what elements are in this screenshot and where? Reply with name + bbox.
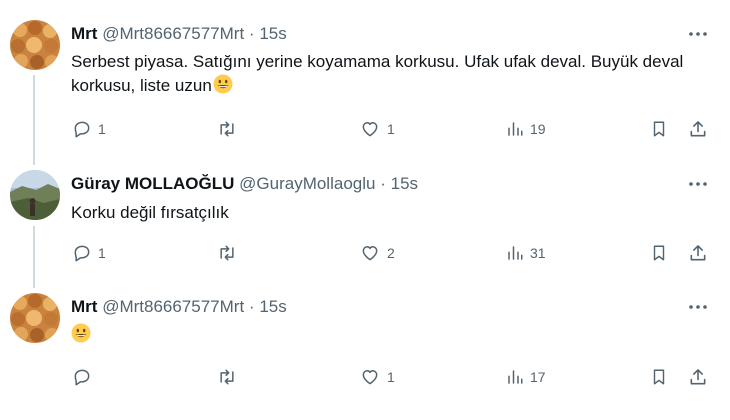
reply-count: 1 (98, 245, 106, 261)
more-icon[interactable] (686, 297, 710, 317)
reply-icon (74, 245, 90, 262)
bookmark-button[interactable] (650, 365, 668, 389)
reply-button[interactable]: 1 (72, 241, 106, 265)
author-handle[interactable]: @GurayMollaoglu (239, 174, 375, 193)
share-button[interactable] (688, 117, 708, 141)
views-icon (508, 122, 523, 136)
view-count: 31 (530, 245, 546, 261)
avatar[interactable] (10, 170, 60, 220)
more-icon[interactable] (686, 174, 710, 194)
views-button[interactable]: 17 (506, 365, 546, 389)
avatar[interactable] (10, 20, 60, 70)
like-count: 1 (387, 121, 395, 137)
view-count: 17 (530, 369, 546, 385)
separator-dot: · (380, 174, 386, 193)
retweet-icon (220, 369, 234, 385)
reply-count: 1 (98, 121, 106, 137)
like-icon (362, 122, 378, 137)
tweet-text (71, 323, 711, 347)
author-handle[interactable]: @Mrt86667577Mrt (102, 24, 244, 43)
views-button[interactable]: 31 (506, 241, 546, 265)
retweet-button[interactable] (216, 365, 244, 389)
author-name[interactable]: Mrt (71, 24, 97, 43)
retweet-button[interactable] (216, 117, 244, 141)
separator-dot: · (248, 24, 255, 43)
tweet[interactable]: Güray MOLLAOĞLU @GurayMollaoglu · 15s Ko… (0, 160, 730, 288)
retweet-icon (220, 245, 234, 261)
grinning-face-emoji (213, 74, 233, 94)
bookmark-icon (653, 245, 665, 261)
author-name[interactable]: Mrt (71, 297, 97, 316)
tweet-text: Korku değil fırsatçılık (71, 201, 711, 225)
reply-icon (74, 121, 90, 138)
author-handle[interactable]: @Mrt86667577Mrt (102, 297, 244, 316)
more-icon[interactable] (686, 24, 710, 44)
retweet-button[interactable] (216, 241, 244, 265)
like-button[interactable]: 2 (359, 241, 395, 265)
views-button[interactable]: 19 (506, 117, 546, 141)
retweet-icon (220, 121, 234, 137)
like-icon (362, 246, 378, 261)
bookmark-icon (653, 369, 665, 385)
timestamp[interactable]: 15s (259, 24, 286, 43)
like-button[interactable]: 1 (359, 365, 395, 389)
like-icon (362, 370, 378, 385)
tweet-actions: 1 1 19 (0, 117, 730, 141)
tweet-text-content: Serbest piyasa. Satığını yerine koyamama… (71, 52, 684, 95)
share-icon (690, 369, 706, 385)
timestamp[interactable]: 15s (391, 174, 418, 193)
reply-button[interactable]: 1 (72, 117, 106, 141)
like-count: 2 (387, 245, 395, 261)
bookmark-button[interactable] (650, 117, 668, 141)
reply-button[interactable] (72, 365, 98, 389)
avatar[interactable] (10, 293, 60, 343)
tweet-header: Mrt @Mrt86667577Mrt · 15s (71, 24, 287, 44)
like-button[interactable]: 1 (359, 117, 395, 141)
tweet[interactable]: Mrt @Mrt86667577Mrt · 15s 1 17 (0, 288, 730, 420)
tweet-actions: 1 2 31 (0, 241, 730, 265)
tweet-text-content: Korku değil fırsatçılık (71, 203, 229, 222)
grinning-face-emoji (71, 323, 91, 343)
view-count: 19 (530, 121, 546, 137)
share-button[interactable] (688, 365, 708, 389)
share-icon (690, 121, 706, 137)
views-icon (508, 370, 523, 384)
like-count: 1 (387, 369, 395, 385)
tweet-text: Serbest piyasa. Satığını yerine koyamama… (71, 50, 711, 98)
tweet-header: Mrt @Mrt86667577Mrt · 15s (71, 297, 287, 317)
tweet-actions: 1 17 (0, 365, 730, 389)
bookmark-icon (653, 121, 665, 137)
author-name[interactable]: Güray MOLLAOĞLU (71, 174, 234, 193)
separator-dot: · (248, 297, 255, 316)
reply-icon (74, 369, 90, 386)
timestamp[interactable]: 15s (259, 297, 286, 316)
views-icon (508, 246, 523, 260)
tweet[interactable]: Mrt @Mrt86667577Mrt · 15s Serbest piyasa… (0, 0, 730, 160)
share-button[interactable] (688, 241, 708, 265)
share-icon (690, 245, 706, 261)
tweet-header: Güray MOLLAOĞLU @GurayMollaoglu · 15s (71, 174, 418, 194)
bookmark-button[interactable] (650, 241, 668, 265)
